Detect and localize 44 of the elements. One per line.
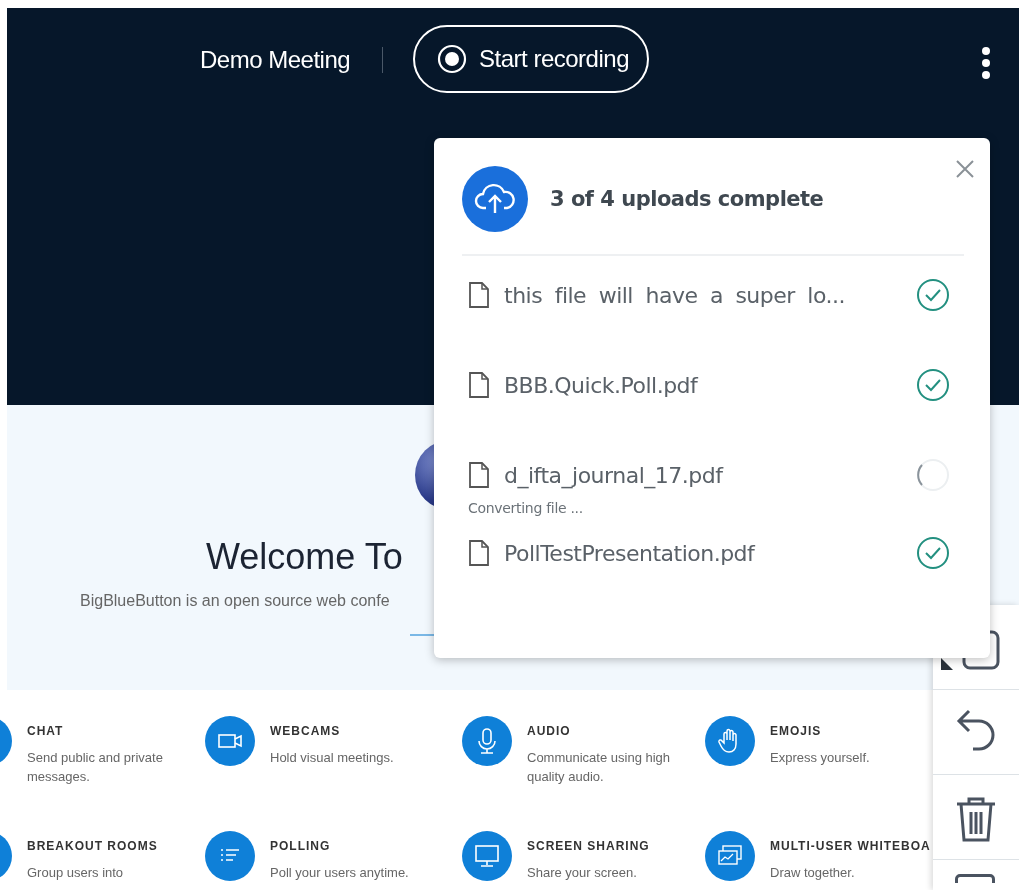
file-icon	[468, 371, 490, 399]
feature-title: CHAT	[27, 724, 65, 738]
feature-title: POLLING	[270, 839, 332, 853]
close-icon[interactable]	[954, 158, 976, 180]
feature-description: Send public and private messages.	[27, 749, 164, 786]
feature-description: Communicate using high quality audio.	[527, 749, 672, 786]
file-icon	[468, 539, 490, 567]
feature-description: Group users into	[27, 864, 125, 882]
feature-title: EMOJIS	[770, 724, 823, 738]
microphone-icon	[462, 716, 512, 766]
feature-description: Share your screen.	[527, 864, 638, 882]
chart-windows-icon	[705, 831, 755, 881]
upload-status-heading: 3 of 4 uploads complete	[550, 187, 824, 211]
cloud-upload-icon	[462, 166, 528, 232]
feature-description: Express yourself.	[770, 749, 871, 767]
feature-title: SCREEN SHARING	[527, 839, 651, 853]
video-camera-icon	[205, 716, 255, 766]
feature-description: Poll your users anytime.	[270, 864, 410, 882]
file-name: this file will have a super lo...	[504, 282, 846, 308]
start-recording-button[interactable]: Start recording	[413, 25, 649, 93]
monitor-icon	[462, 831, 512, 881]
file-icon	[468, 281, 490, 309]
feature-title: AUDIO	[527, 724, 572, 738]
status-text: Converting file ...	[468, 500, 584, 516]
list-icon	[205, 831, 255, 881]
hand-icon	[705, 716, 755, 766]
file-icon	[468, 461, 490, 489]
welcome-text: BigBlueButton is an open source web confe	[80, 592, 390, 610]
file-name: PollTestPresentation.pdf	[504, 540, 757, 566]
file-name: BBB.Quick.Poll.pdf	[504, 372, 700, 398]
more-options-icon[interactable]	[981, 47, 991, 79]
feature-description: Hold visual meetings.	[270, 749, 395, 767]
file-name: d_ifta_journal_17.pdf	[504, 462, 725, 488]
trash-button[interactable]	[933, 775, 1019, 860]
board-button[interactable]	[933, 860, 1019, 885]
welcome-heading: Welcome To	[206, 536, 403, 578]
feature-title: WEBCAMS	[270, 724, 342, 738]
meeting-title: Demo Meeting	[200, 46, 351, 74]
board-icon	[955, 874, 997, 883]
undo-button[interactable]	[933, 690, 1019, 775]
feature-title: MULTI-USER WHITEBOA	[770, 839, 932, 853]
record-icon	[437, 44, 468, 74]
feature-description: Draw together.	[770, 864, 856, 882]
feature-title: BREAKOUT ROOMS	[27, 839, 159, 853]
